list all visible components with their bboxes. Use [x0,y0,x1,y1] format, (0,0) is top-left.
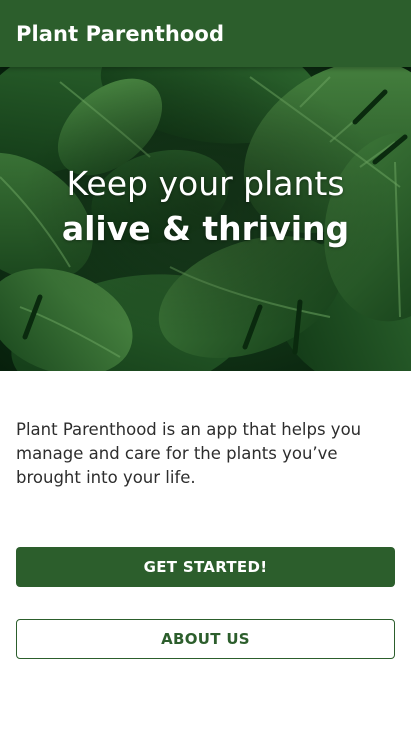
hero-headline-line1: Keep your plants [66,164,345,203]
get-started-button[interactable]: GET STARTED! [16,547,395,587]
app-bar: Plant Parenthood [0,0,411,67]
app-description: Plant Parenthood is an app that helps yo… [16,420,362,487]
hero-headline-line2: alive & thriving [61,209,350,248]
app-title: Plant Parenthood [16,21,225,46]
about-us-button[interactable]: ABOUT US [16,619,395,659]
hero-headline: Keep your plants alive & thriving [0,163,411,253]
hero-banner: Keep your plants alive & thriving [0,67,411,371]
